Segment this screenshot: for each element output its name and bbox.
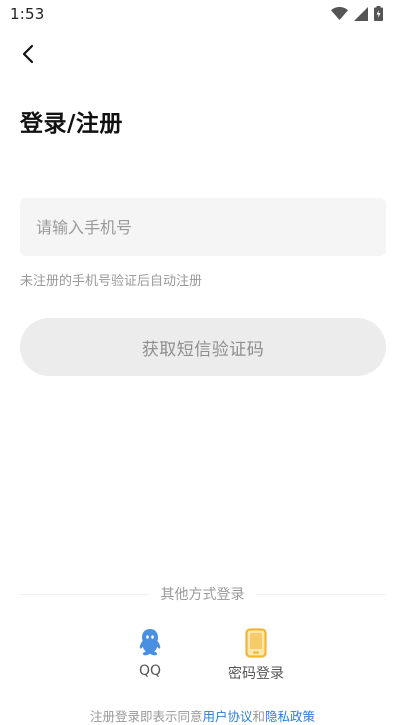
wifi-icon bbox=[331, 7, 348, 20]
agreement-conjunction: 和 bbox=[252, 709, 266, 724]
qq-icon bbox=[135, 628, 165, 658]
user-agreement-link[interactable]: 用户协议 bbox=[202, 709, 252, 724]
agreement-prefix: 注册登录即表示同意 bbox=[89, 709, 203, 724]
battery-icon bbox=[374, 6, 383, 21]
phone-icon bbox=[241, 628, 271, 658]
status-time: 1:53 bbox=[10, 5, 45, 23]
phone-input[interactable] bbox=[20, 198, 386, 256]
privacy-policy-link[interactable]: 隐私政策 bbox=[265, 709, 315, 724]
phone-field[interactable] bbox=[20, 198, 386, 256]
qq-login-button[interactable]: QQ bbox=[110, 628, 190, 679]
other-login-label: 其他方式登录 bbox=[148, 587, 257, 603]
agreement-text: 注册登录即表示同意用户协议和隐私政策 bbox=[0, 706, 405, 725]
qq-login-label: QQ bbox=[138, 663, 162, 679]
password-login-label: 密码登录 bbox=[228, 666, 284, 682]
password-login-button[interactable]: 密码登录 bbox=[216, 628, 296, 683]
status-bar: 1:53 bbox=[0, 0, 405, 32]
chevron-left-icon bbox=[21, 44, 35, 68]
auto-register-hint: 未注册的手机号验证后自动注册 bbox=[20, 274, 203, 289]
status-icons bbox=[331, 6, 383, 21]
back-button[interactable] bbox=[14, 42, 42, 70]
get-sms-code-button[interactable]: 获取短信验证码 bbox=[20, 318, 386, 376]
signal-icon bbox=[354, 6, 368, 21]
page-title: 登录/注册 bbox=[20, 111, 123, 137]
other-login-label-wrapper: 其他方式登录 bbox=[0, 584, 405, 604]
